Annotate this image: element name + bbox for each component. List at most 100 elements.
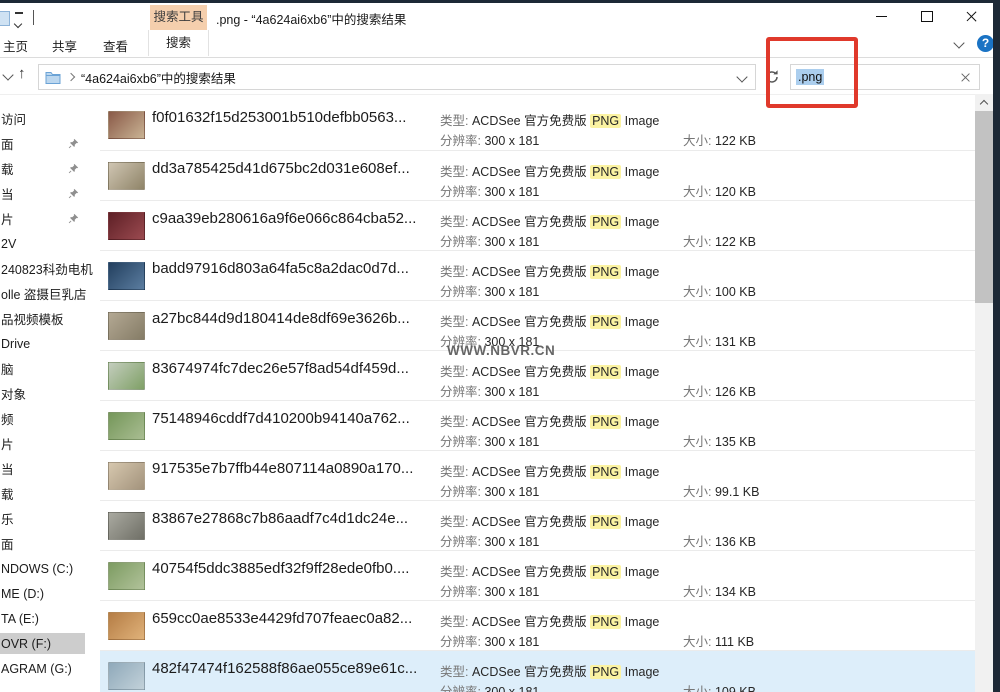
file-row[interactable]: 659cc0ae8533e4429fd707feaec0a82... 类型: A… <box>100 600 975 650</box>
sidebar-item[interactable]: 载 <box>0 481 96 506</box>
recent-locations-chevron-icon[interactable] <box>2 69 13 80</box>
sidebar-item[interactable]: 对象 <box>0 381 96 406</box>
address-dropdown-chevron-icon[interactable] <box>736 71 747 82</box>
file-type: 类型: ACDSee 官方免费版 PNG Image <box>440 361 659 380</box>
sidebar-item[interactable]: ME (D:) <box>0 581 96 606</box>
sidebar-item[interactable]: 面 <box>0 131 96 156</box>
sidebar-item[interactable]: 脑 <box>0 356 96 381</box>
type-suffix: Image <box>625 265 660 279</box>
file-thumbnail <box>108 362 145 390</box>
address-bar-row: ↑ “4a624ai6xb6”中的搜索结果 .png <box>0 58 993 95</box>
file-name[interactable]: 83867e27868c7b86aadf7c4d1dc24e... <box>152 510 408 527</box>
png-highlight: PNG <box>590 165 621 179</box>
file-name[interactable]: 482f47474f162588f86ae055ce89e61c... <box>152 660 417 677</box>
vertical-scrollbar[interactable] <box>975 94 993 692</box>
sidebar-item-label: NDOWS (C:) <box>1 562 94 576</box>
sidebar-item[interactable]: AGRAM (G:) <box>0 656 96 681</box>
file-row[interactable]: c9aa39eb280616a9f6e066c864cba52... 类型: A… <box>100 200 975 250</box>
type-prefix: ACDSee 官方免费版 <box>472 565 587 579</box>
file-name[interactable]: dd3a785425d41d675bc2d031e608ef... <box>152 160 410 177</box>
file-name[interactable]: 917535e7b7ffb44e807114a0890a170... <box>152 460 413 477</box>
resolution-label: 分辨率: <box>440 685 481 692</box>
clear-search-icon[interactable] <box>960 72 971 83</box>
sidebar-item-label: 载 <box>1 484 94 503</box>
file-name[interactable]: 659cc0ae8533e4429fd707feaec0a82... <box>152 610 412 627</box>
sidebar-item[interactable]: 乐 <box>0 506 96 531</box>
ribbon-collapse-chevron-icon[interactable] <box>953 37 964 48</box>
sidebar-item[interactable]: 品视频模板 <box>0 306 96 331</box>
sidebar-item[interactable]: NDOWS (C:) <box>0 556 96 581</box>
file-resolution: 分辨率: 300 x 181 <box>440 631 539 650</box>
file-thumbnail <box>108 612 145 640</box>
up-button[interactable]: ↑ <box>18 65 26 82</box>
breadcrumb-path[interactable]: “4a624ai6xb6”中的搜索结果 <box>81 68 236 87</box>
sidebar-item[interactable]: 片 <box>0 431 96 456</box>
png-highlight: PNG <box>590 365 621 379</box>
sidebar-item[interactable]: OVR (F:) <box>0 631 96 656</box>
file-name[interactable]: 75148946cddf7d410200b94140a762... <box>152 410 410 427</box>
sidebar-item[interactable]: TA (E:) <box>0 606 96 631</box>
resolution-label: 分辨率: <box>440 235 481 249</box>
file-thumbnail <box>108 462 145 490</box>
sidebar-item[interactable]: 载 <box>0 156 96 181</box>
sidebar-item-label: 载 <box>1 159 94 178</box>
type-label: 类型: <box>440 365 468 379</box>
scrollbar-thumb[interactable] <box>975 111 993 303</box>
tab-search[interactable]: 搜索 <box>148 30 209 56</box>
file-name[interactable]: 40754f5ddc3885edf32f9ff28ede0fb0.... <box>152 560 409 577</box>
sidebar-item[interactable]: 240823科劲电机 <box>0 256 96 281</box>
sidebar-item[interactable]: 当 <box>0 181 96 206</box>
file-size-value: 109 KB <box>715 685 756 692</box>
window-icon <box>0 11 10 26</box>
resolution-value: 300 x 181 <box>484 685 539 692</box>
file-name[interactable]: badd97916d803a64fa5c8a2dac0d7d... <box>152 260 409 277</box>
close-button[interactable] <box>954 3 988 30</box>
minimize-button[interactable] <box>864 3 898 30</box>
sidebar-item-label: 对象 <box>1 384 94 403</box>
file-name[interactable]: a27bc844d9d180414de8df69e3626b... <box>152 310 410 327</box>
scroll-up-button[interactable] <box>975 94 993 111</box>
type-suffix: Image <box>625 515 660 529</box>
file-name[interactable]: 83674974fc7dec26e57f8ad54df459d... <box>152 360 409 377</box>
sidebar-item-label: OVR (F:) <box>1 637 94 651</box>
file-row[interactable]: 482f47474f162588f86ae055ce89e61c... 类型: … <box>100 650 975 692</box>
breadcrumb[interactable]: “4a624ai6xb6”中的搜索结果 <box>38 64 756 90</box>
size-label: 大小: <box>683 485 711 499</box>
file-row[interactable]: 40754f5ddc3885edf32f9ff28ede0fb0.... 类型:… <box>100 550 975 600</box>
file-type: 类型: ACDSee 官方免费版 PNG Image <box>440 661 659 680</box>
file-row[interactable]: 75148946cddf7d410200b94140a762... 类型: AC… <box>100 400 975 450</box>
help-icon[interactable]: ? <box>977 35 994 52</box>
type-prefix: ACDSee 官方免费版 <box>472 165 587 179</box>
sidebar-item[interactable]: 面 <box>0 531 96 556</box>
file-size: 大小: 126 KB <box>683 381 756 400</box>
file-size-value: 135 KB <box>715 435 756 449</box>
sidebar-item[interactable]: 访问 <box>0 106 96 131</box>
file-name[interactable]: c9aa39eb280616a9f6e066c864cba52... <box>152 210 416 227</box>
file-size-value: 99.1 KB <box>715 485 759 499</box>
file-name[interactable]: f0f01632f15d253001b510defbb0563... <box>152 109 406 126</box>
sidebar-item[interactable]: Drive <box>0 331 96 356</box>
maximize-button[interactable] <box>910 3 944 30</box>
file-size: 大小: 111 KB <box>683 631 754 650</box>
type-suffix: Image <box>625 665 660 679</box>
watermark: WWW.NBVR.CN <box>447 343 555 358</box>
file-row[interactable]: dd3a785425d41d675bc2d031e608ef... 类型: AC… <box>100 150 975 200</box>
file-type: 类型: ACDSee 官方免费版 PNG Image <box>440 261 659 280</box>
sidebar-item[interactable]: olle 盗摄巨乳店 <box>0 281 96 306</box>
file-resolution: 分辨率: 300 x 181 <box>440 581 539 600</box>
sidebar-item[interactable]: 片 <box>0 206 96 231</box>
tab-share[interactable]: 共享 <box>52 36 77 55</box>
sidebar-item[interactable]: 当 <box>0 456 96 481</box>
file-row[interactable]: 83867e27868c7b86aadf7c4d1dc24e... 类型: AC… <box>100 500 975 550</box>
tab-home[interactable]: 主页 <box>3 36 28 55</box>
tab-view[interactable]: 查看 <box>103 36 128 55</box>
search-tools-contextual-tab[interactable]: 搜索工具 <box>150 5 207 30</box>
sidebar-item[interactable]: 频 <box>0 406 96 431</box>
window-title: .png - “4a624ai6xb6”中的搜索结果 <box>216 9 406 28</box>
file-size-value: 126 KB <box>715 385 756 399</box>
file-row[interactable]: 917535e7b7ffb44e807114a0890a170... 类型: A… <box>100 450 975 500</box>
quick-access-toolbar-dropdown[interactable] <box>15 12 25 24</box>
sidebar-item[interactable]: 2V <box>0 231 96 256</box>
file-size-value: 122 KB <box>715 235 756 249</box>
file-row[interactable]: badd97916d803a64fa5c8a2dac0d7d... 类型: AC… <box>100 250 975 300</box>
